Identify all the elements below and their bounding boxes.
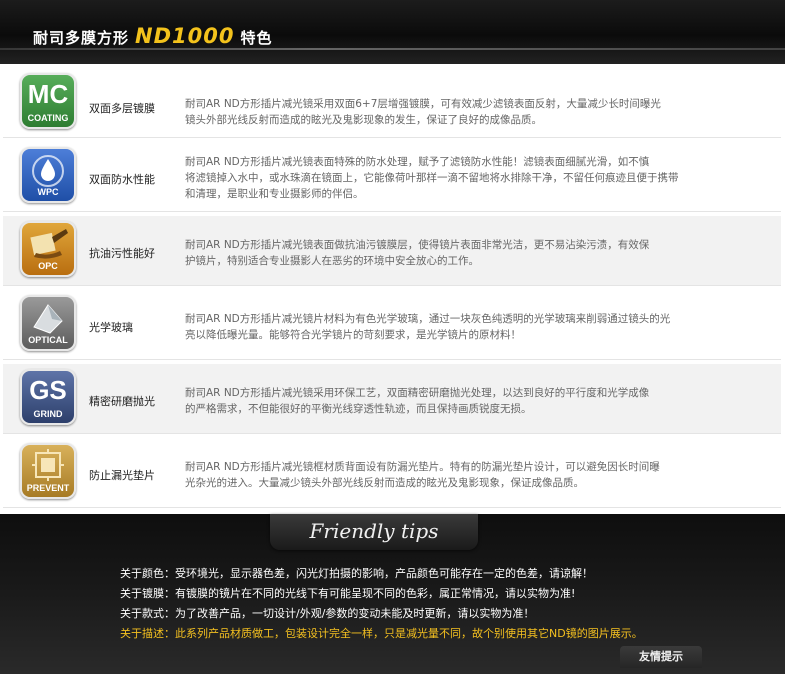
feature-row: MC COATING 双面多层镀膜 耐司AR ND方形插片减光镜采用双面6+7层… [3, 68, 781, 138]
description-line: 耐司AR ND方形插片减光镜框材质背面设有防漏光垫片。特有的防漏光垫片设计，可以… [185, 461, 660, 473]
description-line: 护镜片，特别适合专业摄影人在恶劣的环境中安全放心的工作。 [185, 255, 479, 267]
prevent-leak-icon: PREVENT [20, 443, 76, 499]
header-divider [0, 48, 785, 50]
badge-text: MC [27, 79, 69, 109]
feature-description: 耐司AR ND方形插片减光镜表面特殊的防水处理，赋予了滤镜防水性能！滤镜表面细腻… [185, 154, 745, 202]
mc-coating-icon: MC COATING [20, 73, 76, 129]
feature-row: PREVENT 防止漏光垫片 耐司AR ND方形插片减光镜框材质背面设有防漏光垫… [3, 438, 781, 508]
feature-name: 双面防水性能 [89, 173, 155, 186]
friendly-tips-tab: 友情提示 [620, 646, 702, 668]
water-drop-icon: WPC [20, 147, 76, 203]
tip-line: 关于颜色：受环境光，显示器色差，闪光灯拍摄的影响，产品颜色可能存在一定的色差，请… [120, 567, 593, 580]
badge-subtext: WPC [37, 187, 59, 197]
optical-glass-icon: OPTICAL [20, 295, 76, 351]
tips-banner-text: Friendly tips [309, 519, 439, 543]
feature-row: OPTICAL 光学玻璃 耐司AR ND方形插片减光镜片材料为有色光学玻璃，通过… [3, 290, 781, 360]
badge-text: GS [29, 375, 67, 405]
header-title: 耐司多膜方形 ND1000 特色 [33, 24, 273, 48]
badge-subtext: PREVENT [26, 483, 70, 493]
feature-row: OPC 抗油污性能好 耐司AR ND方形插片减光镜表面做抗油污镀膜层，使得镜片表… [3, 216, 781, 286]
badge-subtext: GRIND [33, 409, 63, 419]
feature-description: 耐司AR ND方形插片减光镜框材质背面设有防漏光垫片。特有的防漏光垫片设计，可以… [185, 459, 745, 491]
tip-line: 关于款式：为了改善产品，一切设计/外观/参数的变动未能及时更新，请以实物为准！ [120, 607, 535, 620]
feature-description: 耐司AR ND方形插片减光镜采用双面6+7层增强镀膜，可有效减少滤镜表面反射，大… [185, 96, 745, 128]
description-line: 和清理，是职业和专业摄影师的伴侣。 [185, 188, 364, 200]
page-header: 耐司多膜方形 ND1000 特色 [0, 0, 785, 64]
brush-icon: OPC [20, 221, 76, 277]
description-line: 耐司AR ND方形插片减光镜采用双面6+7层增强镀膜，可有效减少滤镜表面反射，大… [185, 98, 661, 110]
feature-name: 光学玻璃 [89, 321, 133, 334]
feature-row: WPC 双面防水性能 耐司AR ND方形插片减光镜表面特殊的防水处理，赋予了滤镜… [3, 142, 781, 212]
title-prefix: 耐司多膜方形 [33, 29, 130, 47]
description-line: 耐司AR ND方形插片减光镜采用环保工艺，双面精密研磨抛光处理，以达到良好的平行… [185, 387, 650, 399]
description-line: 耐司AR ND方形插片减光镜表面特殊的防水处理，赋予了滤镜防水性能！滤镜表面细腻… [185, 156, 650, 168]
feature-name: 防止漏光垫片 [89, 469, 155, 482]
tip-line: 关于镀膜：有镀膜的镜片在不同的光线下有可能呈现不同的色彩，属正常情况，请以实物为… [120, 587, 576, 600]
badge-subtext: COATING [27, 113, 69, 123]
description-line: 耐司AR ND方形插片减光镜片材料为有色光学玻璃，通过一块灰色纯透明的光学玻璃来… [185, 313, 671, 325]
description-line: 光杂光的进入。大量减少镜头外部光线反射而造成的眩光及鬼影现象，保证成像品质。 [185, 477, 584, 489]
title-suffix: 特色 [240, 29, 273, 47]
title-model: ND1000 [135, 24, 235, 48]
description-line: 耐司AR ND方形插片减光镜表面做抗油污镀膜层，使得镜片表面非常光洁，更不易沾染… [185, 239, 650, 251]
tips-banner: Friendly tips [270, 514, 478, 550]
friendly-tips-panel: Friendly tips 关于颜色：受环境光，显示器色差，闪光灯拍摄的影响，产… [0, 514, 785, 674]
badge-subtext: OPC [38, 261, 58, 271]
feature-row: GS GRIND 精密研磨抛光 耐司AR ND方形插片减光镜采用环保工艺，双面精… [3, 364, 781, 434]
feature-description: 耐司AR ND方形插片减光镜片材料为有色光学玻璃，通过一块灰色纯透明的光学玻璃来… [185, 311, 745, 343]
description-line: 镜头外部光线反射而造成的眩光及鬼影现象的发生，保证了良好的成像品质。 [185, 114, 542, 126]
feature-name: 抗油污性能好 [89, 247, 155, 260]
feature-description: 耐司AR ND方形插片减光镜采用环保工艺，双面精密研磨抛光处理，以达到良好的平行… [185, 385, 745, 417]
description-line: 的严格需求，不但能很好的平衡光线穿透性轨迹，而且保持画质锐度无损。 [185, 403, 532, 415]
feature-description: 耐司AR ND方形插片减光镜表面做抗油污镀膜层，使得镜片表面非常光洁，更不易沾染… [185, 237, 745, 269]
badge-subtext: OPTICAL [28, 335, 68, 345]
description-line: 亮以降低曝光量。能够符合光学镜片的苛刻要求，是光学镜片的原材料！ [185, 329, 521, 341]
tip-line-highlight: 关于描述：此系列产品材质做工，包装设计完全一样，只是减光量不同，故个别使用其它N… [120, 627, 643, 640]
gs-grind-icon: GS GRIND [20, 369, 76, 425]
feature-name: 精密研磨抛光 [89, 395, 155, 408]
description-line: 将滤镜掉入水中，或水珠滴在镜面上，它能像荷叶那样一滴不留地将水排除干净，不留任何… [185, 172, 679, 184]
feature-name: 双面多层镀膜 [89, 102, 155, 115]
